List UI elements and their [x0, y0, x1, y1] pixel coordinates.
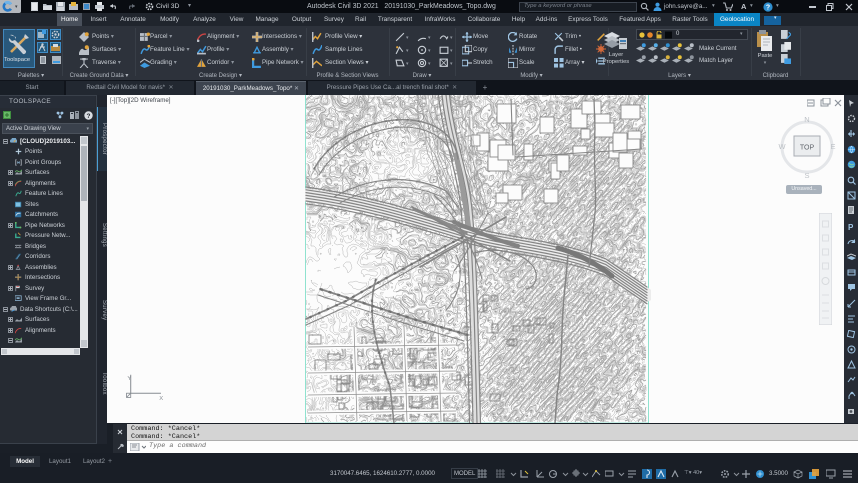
- svg-text:TOP: TOP: [800, 145, 815, 152]
- svg-text:?: ?: [766, 4, 770, 11]
- svg-text:W: W: [778, 142, 786, 151]
- svg-text:E: E: [830, 142, 835, 151]
- svg-text:?: ?: [87, 113, 91, 120]
- svg-text:P: P: [848, 223, 854, 231]
- svg-text:Y: Y: [127, 376, 131, 382]
- svg-text:X: X: [159, 396, 163, 400]
- svg-text:N: N: [804, 115, 809, 124]
- svg-text:S: S: [804, 171, 809, 180]
